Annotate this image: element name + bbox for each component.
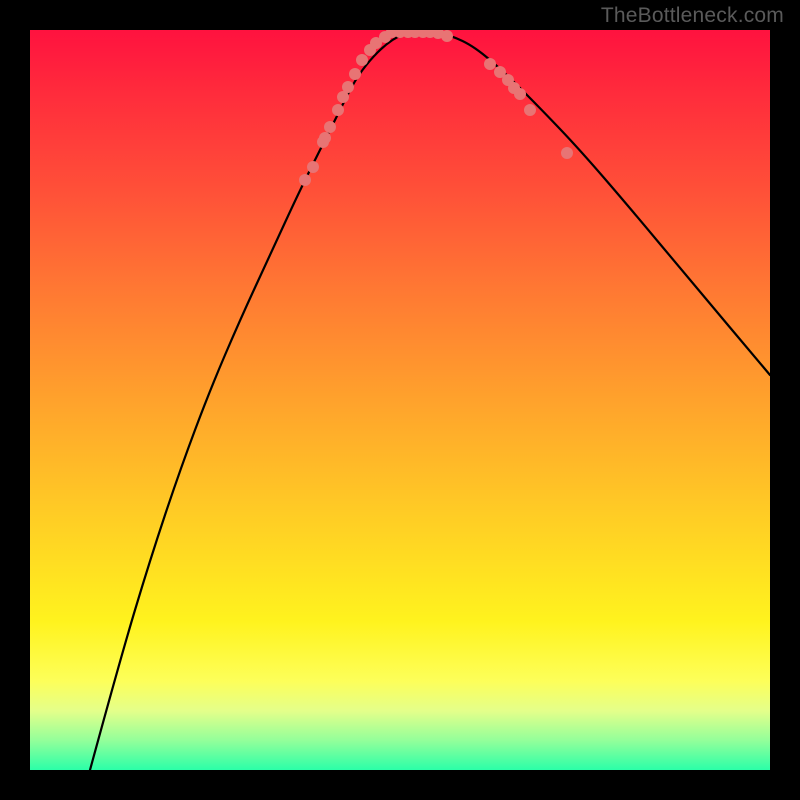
curve-marker	[524, 104, 536, 116]
curve-marker	[324, 121, 336, 133]
chart-frame: TheBottleneck.com	[0, 0, 800, 800]
watermark-text: TheBottleneck.com	[601, 4, 784, 28]
curve-marker	[441, 30, 453, 42]
curve-markers	[299, 30, 573, 186]
curve-marker	[514, 88, 526, 100]
curve-marker	[349, 68, 361, 80]
curve-marker	[299, 174, 311, 186]
chart-svg	[30, 30, 770, 770]
curve-marker	[332, 104, 344, 116]
curve-marker	[319, 132, 331, 144]
plot-area	[30, 30, 770, 770]
curve-marker	[561, 147, 573, 159]
bottleneck-curve	[90, 32, 770, 770]
curve-marker	[307, 161, 319, 173]
curve-marker	[484, 58, 496, 70]
curve-marker	[342, 81, 354, 93]
curve-marker	[356, 54, 368, 66]
